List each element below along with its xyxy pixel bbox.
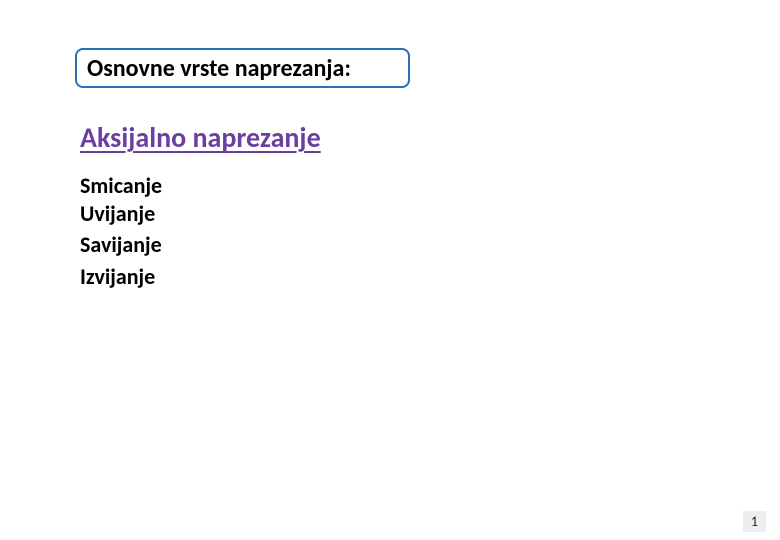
- list-item: Savijanje: [80, 231, 162, 259]
- title-text: Osnovne vrste naprezanja:: [87, 54, 351, 83]
- title-box: Osnovne vrste naprezanja:: [75, 48, 410, 88]
- list-item: Uvijanje: [80, 200, 162, 228]
- list-item: Smicanje: [80, 172, 162, 200]
- section-heading: Aksijalno naprezanje: [80, 120, 321, 155]
- page-number: 1: [743, 511, 766, 532]
- list-item: Izvijanje: [80, 263, 162, 291]
- stress-types-list: Smicanje Uvijanje Savijanje Izvijanje: [80, 172, 162, 290]
